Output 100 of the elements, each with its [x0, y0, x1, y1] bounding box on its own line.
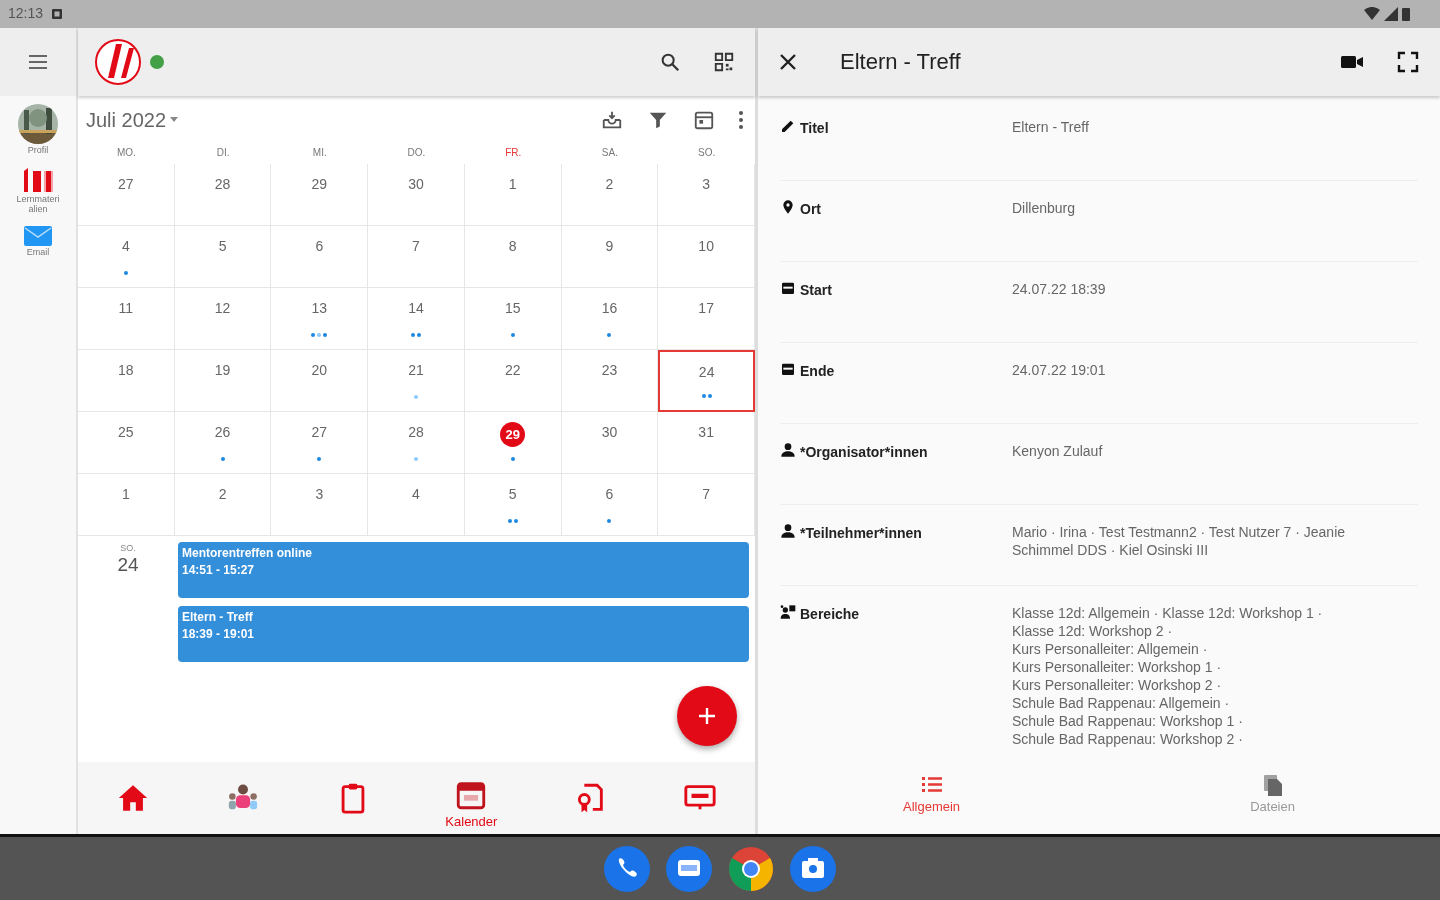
day-cell[interactable]: 11	[78, 287, 175, 350]
day-number: 17	[697, 298, 715, 318]
day-cell[interactable]: 18	[78, 349, 175, 412]
dock-app[interactable]	[728, 845, 774, 892]
mail-icon	[24, 226, 52, 247]
field-value: Klasse 12d: Allgemein · Klasse 12d: Workshop 1 ·	[1012, 603, 1324, 622]
day-cell[interactable]: 6	[271, 225, 369, 288]
day-cell[interactable]: 6	[561, 473, 659, 536]
field-value: Kenyon Zulauf	[1012, 442, 1103, 459]
day-number: 6	[314, 236, 325, 256]
day-cell[interactable]: 1	[464, 163, 562, 226]
day-number: 16	[600, 298, 619, 318]
day-number: 27	[117, 174, 135, 194]
day-cell[interactable]: 5	[174, 225, 272, 288]
day-number: 26	[213, 422, 232, 442]
detail-title: Eltern - Treff	[840, 48, 961, 77]
month-selector[interactable]: Juli 2022	[86, 104, 179, 135]
day-cell[interactable]: 12	[174, 287, 272, 350]
day-cell[interactable]: 27	[271, 411, 369, 474]
fullscreen-icon	[1396, 49, 1420, 74]
day-cell[interactable]: 23	[561, 349, 659, 412]
event-card[interactable]: Eltern - Treff 18:39 - 19:01	[178, 605, 749, 662]
field-value: Mario · Irina · Test Testmann2 · Test Nutzer 7 · Jeanie Schimmel DDS · Kiel Osinski III	[1012, 523, 1346, 558]
day-cell[interactable]: 13	[271, 287, 369, 350]
colorful-circle-icon	[728, 845, 774, 892]
day-cell[interactable]: 16	[561, 287, 659, 350]
day-cell[interactable]: 30	[561, 411, 659, 474]
day-number: 27	[310, 422, 329, 442]
day-cell[interactable]: 3	[271, 473, 369, 536]
message-icon	[666, 845, 712, 892]
day-cell[interactable]: 14	[368, 287, 465, 350]
field-label: Bereiche	[800, 604, 860, 624]
day-cell[interactable]: 17	[658, 287, 755, 350]
weekday-label: MO.	[115, 146, 137, 161]
caret-icon	[170, 117, 179, 123]
battery-icon	[1402, 7, 1410, 21]
day-cell[interactable]: 30	[368, 163, 465, 226]
day-number: 14	[407, 298, 425, 318]
field-value: Schule Bad Rappenau: Workshop 2 ·	[1012, 729, 1244, 748]
day-number: 8	[507, 236, 518, 256]
event-card[interactable]: Mentorentreffen online 14:51 - 15:27	[178, 541, 749, 598]
day-cell[interactable]: 24	[658, 349, 755, 412]
plus-icon	[698, 707, 716, 726]
day-cell[interactable]: 10	[658, 225, 755, 288]
day-number: 25	[117, 422, 135, 442]
day-cell[interactable]: 7	[368, 225, 465, 288]
day-cell[interactable]: 29	[464, 411, 562, 474]
day-number: 3	[314, 484, 325, 504]
nav-item[interactable]: Kalender	[439, 777, 504, 833]
menu-icon	[28, 53, 48, 70]
day-cell[interactable]: 26	[174, 411, 272, 474]
day-number: 29	[310, 174, 329, 194]
day-number: 15	[503, 298, 522, 318]
day-cell[interactable]: 2	[561, 163, 659, 226]
field-value: Kurs Personalleiter: Workshop 1 ·	[1012, 657, 1223, 676]
tab[interactable]: Allgemein	[758, 772, 1106, 835]
rail-item[interactable]: Profil	[15, 103, 61, 156]
rail-item[interactable]: Lernmaterialien	[15, 167, 61, 215]
day-cell[interactable]: 19	[174, 349, 272, 412]
field-label: Ende	[800, 361, 835, 381]
field-value: Dillenburg	[1012, 199, 1076, 216]
day-cell[interactable]: 3	[658, 163, 755, 226]
signal-icon	[1384, 7, 1398, 21]
dock-app[interactable]	[604, 845, 650, 892]
dock-app[interactable]	[666, 845, 712, 892]
day-number: 1	[507, 174, 518, 194]
weekday-label: DI.	[215, 146, 231, 161]
day-cell[interactable]: 21	[368, 349, 465, 412]
day-cell[interactable]: 2	[174, 473, 272, 536]
rail-item[interactable]: Email	[15, 226, 61, 258]
field-value: Kurs Personalleiter: Allgemein ·	[1012, 639, 1209, 658]
day-cell[interactable]: 15	[464, 287, 562, 350]
day-cell[interactable]: 28	[368, 411, 465, 474]
day-number: 7	[411, 236, 421, 256]
logo-icon	[94, 37, 142, 86]
field-label: Titel	[800, 118, 829, 138]
day-number: 6	[604, 484, 615, 504]
day-cell[interactable]: 8	[464, 225, 562, 288]
day-number: 4	[120, 236, 131, 256]
day-cell[interactable]: 31	[658, 411, 755, 474]
day-cell[interactable]: 9	[561, 225, 659, 288]
dock-app[interactable]	[790, 845, 836, 892]
day-cell[interactable]: 20	[271, 349, 369, 412]
day-cell[interactable]: 28	[174, 163, 272, 226]
day-cell[interactable]: 1	[78, 473, 175, 536]
day-cell[interactable]: 25	[78, 411, 175, 474]
day-cell[interactable]: 4	[78, 225, 175, 288]
day-cell[interactable]: 22	[464, 349, 562, 412]
day-cell[interactable]: 29	[271, 163, 369, 226]
day-cell[interactable]: 4	[368, 473, 465, 536]
qr-code-icon	[713, 50, 735, 73]
day-cell[interactable]: 7	[658, 473, 755, 536]
agenda-day: 24	[117, 555, 139, 576]
day-cell[interactable]: 5	[464, 473, 562, 536]
day-cell[interactable]: 27	[78, 163, 175, 226]
day-number: 4	[411, 484, 421, 504]
field-label: Ort	[800, 199, 821, 219]
field-value: Schule Bad Rappenau: Allgemein ·	[1012, 693, 1231, 712]
add-button[interactable]	[677, 686, 737, 747]
day-number: 13	[310, 298, 329, 318]
